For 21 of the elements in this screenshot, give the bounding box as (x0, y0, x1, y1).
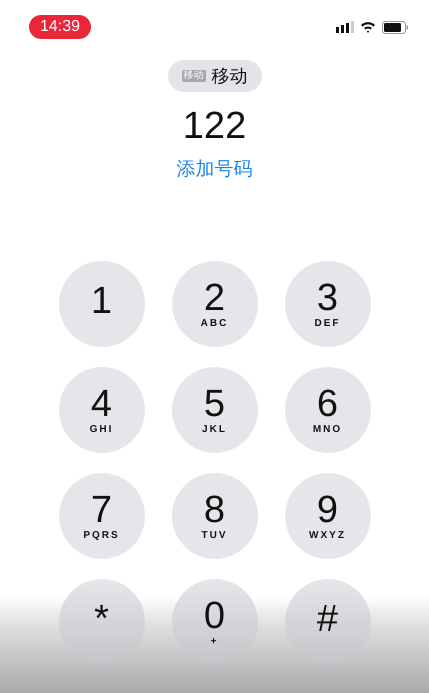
keypad-key[interactable]: 1 (58, 260, 144, 346)
keypad-key[interactable]: 2 ABC (172, 260, 258, 346)
keypad-key[interactable]: 5 JKL (172, 366, 258, 452)
keypad-key[interactable]: 3 DEF (284, 260, 370, 346)
keypad-key[interactable]: # (284, 578, 370, 664)
keypad-key[interactable]: 0 + (172, 578, 258, 664)
dialed-number: 122 (182, 104, 246, 148)
keypad-key[interactable]: 9 WXYZ (284, 472, 370, 558)
time-pill: 14:39 (29, 15, 91, 39)
signal-icon (336, 21, 354, 33)
keypad-key[interactable]: 8 TUV (172, 472, 258, 558)
keypad-key[interactable]: * (58, 578, 144, 664)
carrier-name: 移动 (212, 64, 248, 88)
keypad-key[interactable]: 7 PQRS (58, 472, 144, 558)
add-number-link[interactable]: 添加号码 (176, 156, 252, 184)
keypad-key[interactable]: 4 GHI (58, 366, 144, 452)
battery-icon (382, 20, 409, 34)
carrier-selector[interactable]: 移动 移动 (168, 60, 262, 92)
carrier-badge: 移动 (182, 70, 206, 82)
wifi-icon (360, 21, 376, 33)
keypad-key[interactable]: 6 MNO (284, 366, 370, 452)
